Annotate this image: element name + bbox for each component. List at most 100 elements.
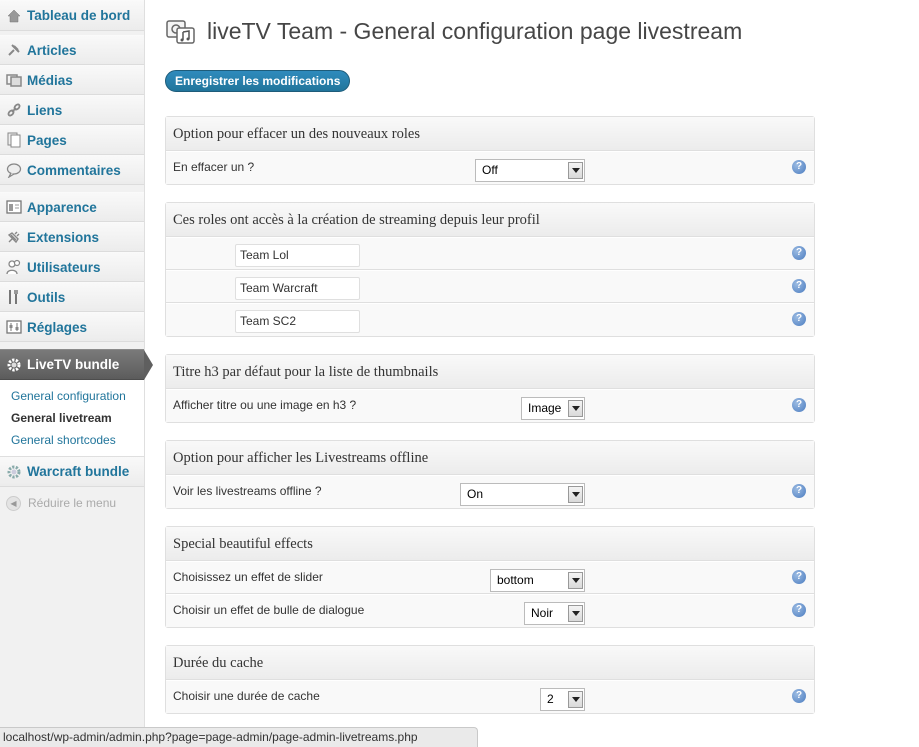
collapse-arrow-icon: ◀	[6, 495, 21, 511]
setting-label: Voir les livestreams offline ?	[173, 484, 322, 498]
role-input[interactable]: Team SC2	[235, 310, 360, 333]
setting-row: Voir les livestreams offline ? On ?	[166, 475, 814, 508]
comment-icon	[5, 161, 23, 179]
thumbnail-title-select[interactable]: Image	[521, 397, 585, 420]
help-icon[interactable]: ?	[792, 398, 806, 412]
menu-separator	[0, 185, 144, 192]
menu-item-warcraft-bundle[interactable]: Warcraft bundle	[0, 457, 144, 487]
setting-label: Choisir une durée de cache	[173, 689, 320, 703]
menu-separator	[0, 342, 144, 349]
help-icon[interactable]: ?	[792, 689, 806, 703]
section-title: Special beautiful effects	[166, 527, 814, 561]
menu-item-livetv-bundle[interactable]: LiveTV bundle	[0, 349, 153, 380]
section-title: Titre h3 par défaut pour la liste de thu…	[166, 355, 814, 389]
collapse-menu-button[interactable]: ◀ Réduire le menu	[0, 487, 144, 519]
setting-row: Team SC2 ?	[166, 303, 814, 336]
help-icon[interactable]: ?	[792, 279, 806, 293]
save-button[interactable]: Enregistrer les modifications	[165, 70, 351, 92]
livetv-submenu: General configuration General livetream …	[0, 380, 144, 457]
select-value: Image	[528, 401, 562, 415]
menu-item-appearance[interactable]: Apparence	[0, 192, 144, 222]
submenu-general-shortcodes[interactable]: General shortcodes	[0, 430, 144, 452]
role-input[interactable]: Team Warcraft	[235, 277, 360, 300]
menu-label: Médias	[27, 72, 73, 88]
bubble-effect-select[interactable]: Noir	[524, 602, 585, 625]
section-delete-roles: Option pour effacer un des nouveaux role…	[165, 116, 815, 185]
menu-item-dashboard[interactable]: Tableau de bord	[0, 0, 144, 31]
setting-row: Choisir une durée de cache 2 ?	[166, 680, 814, 713]
menu-label: LiveTV bundle	[27, 357, 120, 372]
house-icon	[5, 7, 23, 25]
setting-row: Choisissez un effet de slider bottom ?	[166, 561, 814, 594]
help-icon[interactable]: ?	[792, 246, 806, 260]
section-thumbnails: Titre h3 par défaut pour la liste de thu…	[165, 354, 815, 423]
setting-label: Afficher titre ou une image en h3 ?	[173, 398, 357, 412]
submenu-general-configuration[interactable]: General configuration	[0, 386, 144, 408]
chevron-down-icon	[568, 605, 583, 622]
menu-label: Extensions	[27, 229, 100, 245]
role-input[interactable]: Team Lol	[235, 244, 360, 267]
pages-icon	[5, 131, 23, 149]
offline-select[interactable]: On	[460, 483, 585, 506]
tools-icon	[5, 288, 23, 306]
link-icon	[5, 101, 23, 119]
help-icon[interactable]: ?	[792, 312, 806, 326]
gear-icon	[5, 463, 23, 481]
section-effects: Special beautiful effects Choisissez un …	[165, 526, 815, 628]
chevron-down-icon	[568, 486, 583, 503]
menu-label: Apparence	[27, 199, 97, 215]
help-icon[interactable]: ?	[792, 603, 806, 617]
menu-item-links[interactable]: Liens	[0, 95, 144, 125]
help-icon[interactable]: ?	[792, 484, 806, 498]
chevron-down-icon	[568, 691, 583, 708]
menu-label: Commentaires	[27, 162, 121, 178]
menu-label: Pages	[27, 132, 67, 148]
chevron-down-icon	[568, 400, 583, 417]
setting-row: Team Lol ?	[166, 237, 814, 270]
help-icon[interactable]: ?	[792, 570, 806, 584]
delete-role-select[interactable]: Off	[475, 159, 585, 182]
section-title: Option pour effacer un des nouveaux role…	[166, 117, 814, 151]
section-title: Ces roles ont accès à la création de str…	[166, 203, 814, 237]
menu-label: Articles	[27, 42, 77, 58]
menu-item-pages[interactable]: Pages	[0, 125, 144, 155]
slider-effect-select[interactable]: bottom	[490, 569, 585, 592]
setting-row: Choisir un effet de bulle de dialogue No…	[166, 594, 814, 627]
menu-item-extensions[interactable]: Extensions	[0, 222, 144, 252]
cache-duration-select[interactable]: 2	[540, 688, 585, 711]
admin-sidebar: Tableau de bord Articles Médias Liens Pa…	[0, 0, 153, 747]
media-settings-icon	[165, 15, 197, 47]
plugin-icon	[5, 228, 23, 246]
menu-item-users[interactable]: Utilisateurs	[0, 252, 144, 282]
menu-label: Utilisateurs	[27, 259, 101, 275]
menu-item-articles[interactable]: Articles	[0, 35, 144, 65]
select-value: On	[467, 487, 484, 501]
menu-item-tools[interactable]: Outils	[0, 282, 144, 312]
users-icon	[5, 258, 23, 276]
menu-label: Outils	[27, 289, 66, 305]
settings-icon	[5, 318, 23, 336]
setting-label: Choisissez un effet de slider	[173, 570, 323, 584]
gear-icon	[5, 356, 23, 374]
pin-icon	[5, 41, 23, 59]
section-roles-access: Ces roles ont accès à la création de str…	[165, 202, 815, 337]
section-cache: Durée du cache Choisir une durée de cach…	[165, 645, 815, 714]
select-value: Noir	[531, 606, 554, 620]
collapse-label: Réduire le menu	[28, 496, 117, 510]
menu-item-media[interactable]: Médias	[0, 65, 144, 95]
select-value: bottom	[497, 573, 534, 587]
setting-label: Choisir un effet de bulle de dialogue	[173, 603, 365, 617]
menu-label: Warcraft bundle	[27, 464, 130, 479]
submenu-general-livetream[interactable]: General livetream	[0, 408, 144, 430]
menu-item-comments[interactable]: Commentaires	[0, 155, 144, 185]
section-offline: Option pour afficher les Livestreams off…	[165, 440, 815, 509]
setting-row: En effacer un ? Off ?	[166, 151, 814, 184]
help-icon[interactable]: ?	[792, 160, 806, 174]
media-icon	[5, 71, 23, 89]
menu-label: Tableau de bord	[27, 8, 131, 23]
menu-item-settings[interactable]: Réglages	[0, 312, 144, 342]
chevron-down-icon	[568, 572, 583, 589]
select-value: 2	[547, 692, 554, 706]
menu-label: Réglages	[27, 319, 88, 335]
browser-status-bar: localhost/wp-admin/admin.php?page=page-a…	[0, 727, 478, 747]
